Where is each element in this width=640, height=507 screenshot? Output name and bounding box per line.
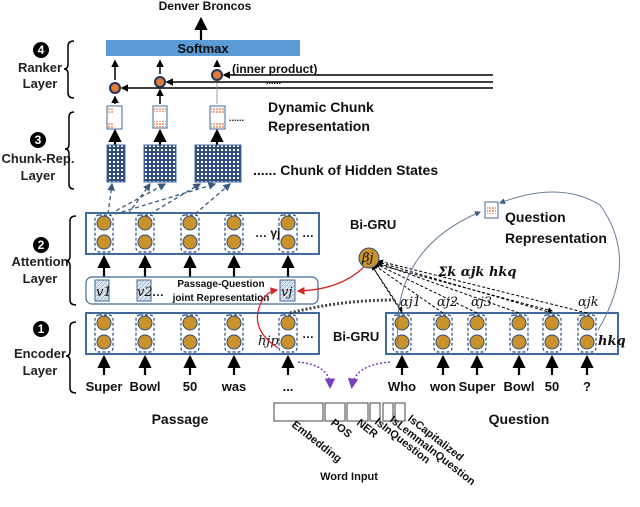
output-label: Denver Broncos	[159, 0, 252, 13]
question-cell	[509, 314, 529, 353]
question-word: Super	[459, 379, 496, 394]
v1-label: v1	[96, 285, 112, 300]
attention-cell	[278, 214, 298, 253]
question-cells	[392, 314, 597, 353]
ranker-ellipsis: ......	[266, 76, 281, 86]
question-rep-label-1: Question	[505, 209, 566, 225]
passage-word: Bowl	[129, 379, 160, 394]
chunk-hidden-label: ...... Chunk of Hidden States	[253, 162, 438, 178]
sum-label: Σk αjk hkq	[437, 265, 517, 280]
alpha-j3-label: αj3	[471, 295, 492, 310]
svg-text:Layer: Layer	[23, 76, 58, 91]
input-words: Super Bowl 50 was... Who won Super Bowl 50?	[86, 379, 591, 394]
svg-text:3: 3	[35, 133, 42, 147]
joint-label-2: joint Representation	[172, 293, 270, 304]
svg-text:Ranker: Ranker	[18, 60, 62, 75]
question-cell	[433, 314, 453, 353]
feature-islemmainquestion: IsLemmaInQuestion	[387, 414, 477, 488]
beta-to-vj-arrow	[296, 266, 365, 295]
attention-ellipsis: …	[302, 226, 314, 240]
word-input-features: Embedding POS NER IsInQuestion IsLemmaIn…	[289, 413, 477, 488]
word-input-title: Word Input	[320, 471, 378, 483]
dynamic-chunk-label-1: Dynamic Chunk	[268, 99, 374, 115]
attention-cell	[224, 214, 244, 253]
beta-label: βj	[361, 251, 374, 266]
question-feature-arrow	[347, 361, 391, 389]
passage-word: ...	[283, 379, 294, 394]
question-label: Question	[489, 411, 550, 427]
encoder-cell	[94, 314, 114, 353]
layer-4-label: 4 Ranker Layer	[18, 40, 75, 99]
alpha-j2-label: αj2	[437, 295, 458, 310]
svg-text:4: 4	[38, 43, 45, 57]
svg-text:Chunk-Rep.: Chunk-Rep.	[2, 151, 75, 166]
encoder-cell	[180, 314, 200, 353]
passage-word: was	[221, 379, 247, 394]
encoder-cell	[224, 314, 244, 353]
chunk-ellipsis: ......	[229, 113, 244, 123]
word-input-boxes	[273, 402, 406, 422]
chunk-arrows	[108, 128, 224, 145]
alpha-jk-label: αjk	[578, 295, 599, 310]
layer-1-label: 1 Encoder Layer	[14, 321, 77, 394]
hkq-label: hkq	[598, 334, 626, 349]
question-cell	[467, 314, 487, 353]
passage-label: Passage	[152, 411, 209, 427]
inner-product-label: (inner product)	[232, 62, 317, 76]
question-rep-fill	[487, 206, 496, 214]
svg-text:2: 2	[38, 238, 45, 252]
attention-cell	[180, 214, 200, 253]
svg-text:Encoder: Encoder	[14, 346, 66, 361]
architecture-diagram: Denver Broncos Softmax 4 Ranker Layer 3 …	[2, 0, 626, 488]
encoder-cell	[135, 314, 155, 353]
question-word: Who	[388, 379, 416, 394]
encoder-bigru-label: Bi-GRU	[333, 329, 379, 344]
gamma-label: … γj	[255, 226, 280, 240]
attention-cell	[135, 214, 155, 253]
chunk-dashed-arrows	[107, 182, 231, 215]
question-word: won	[429, 379, 456, 394]
svg-text:Layer: Layer	[23, 271, 58, 286]
question-cell	[392, 314, 412, 353]
passage-feature-arrow	[297, 361, 336, 389]
v2-label: v2	[137, 285, 153, 300]
layer-3-label: 3 Chunk-Rep. Layer	[2, 111, 75, 190]
dynamic-chunk-representations	[106, 105, 226, 130]
question-cell	[577, 314, 597, 353]
encoder-ellipsis: …	[302, 327, 314, 341]
svg-text:Layer: Layer	[21, 168, 56, 183]
passage-to-question-link	[289, 298, 396, 315]
question-word: ?	[583, 379, 591, 394]
joint-ellipsis: …	[152, 285, 164, 299]
svg-text:Attention: Attention	[11, 254, 68, 269]
encoder-cell	[278, 314, 298, 353]
vj-label: vj	[281, 285, 292, 300]
alpha-j1-label: αj1	[400, 295, 421, 310]
question-word: 50	[545, 379, 559, 394]
svg-text:Layer: Layer	[23, 363, 58, 378]
question-word: Bowl	[503, 379, 534, 394]
joint-label-1: Passage-Question	[177, 279, 264, 290]
softmax-label: Softmax	[177, 41, 229, 56]
dynamic-chunk-label-2: Representation	[268, 118, 370, 134]
passage-word: 50	[183, 379, 197, 394]
hidden-state-chunks	[106, 144, 242, 183]
passage-word: Super	[86, 379, 123, 394]
attention-bigru-label: Bi-GRU	[350, 217, 396, 232]
question-cell	[542, 314, 562, 353]
question-rep-label-2: Representation	[505, 230, 607, 246]
layer-2-label: 2 Attention Layer	[11, 215, 77, 306]
attention-cell	[94, 214, 114, 253]
svg-text:1: 1	[38, 322, 45, 336]
